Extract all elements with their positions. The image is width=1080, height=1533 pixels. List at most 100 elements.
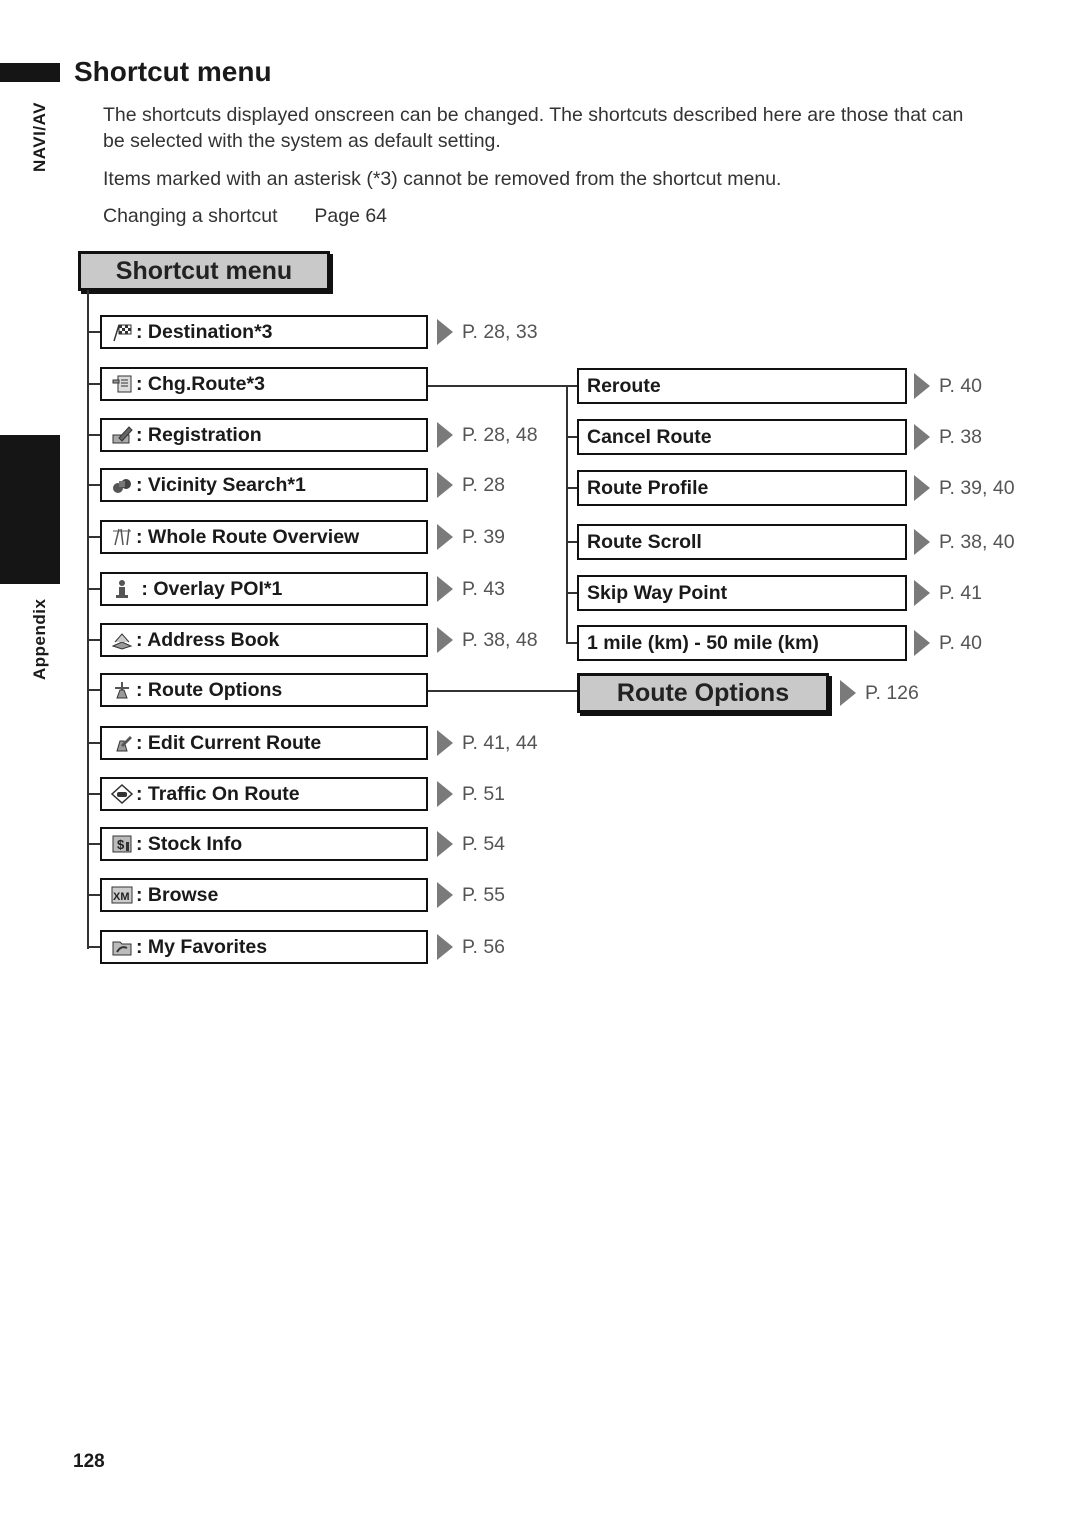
route-options-header-box[interactable]: Route Options	[577, 673, 829, 713]
page-reference-text: P. 28, 33	[462, 320, 538, 343]
shortcut-item[interactable]: : Registration	[100, 418, 428, 452]
asterisk-note: Items marked with an asterisk (*3) canno…	[103, 168, 782, 190]
page-reference[interactable]: P. 38, 48	[437, 627, 538, 653]
page-reference[interactable]: P. 40	[914, 630, 982, 656]
page-reference-text: P. 54	[462, 832, 506, 855]
page-reference[interactable]: P. 38, 40	[914, 529, 1015, 555]
svg-text:$: $	[117, 837, 125, 852]
ref-arrow-icon	[437, 576, 453, 602]
shortcut-item[interactable]: : My Favorites	[100, 930, 428, 964]
page-reference[interactable]: P. 55	[437, 882, 505, 908]
page-reference[interactable]: P. 28, 33	[437, 319, 538, 345]
shortcut-item[interactable]: : Destination*3	[100, 315, 428, 349]
edit-route-icon	[110, 732, 134, 754]
shortcut-item-label: : Chg.Route*3	[136, 372, 265, 395]
page-reference[interactable]: P. 56	[437, 934, 505, 960]
page-reference[interactable]: P. 43	[437, 576, 505, 602]
page-reference[interactable]: P. 51	[437, 781, 505, 807]
shortcut-item-label: : Registration	[136, 423, 262, 446]
chg-route-subitem[interactable]: 1 mile (km) - 50 mile (km)	[577, 625, 907, 661]
shortcut-menu-header-box: Shortcut menu	[78, 251, 330, 291]
appendix-tab-label: Appendix	[30, 598, 49, 680]
page-reference[interactable]: P. 40	[914, 373, 982, 399]
chg-route-subitem[interactable]: Reroute	[577, 368, 907, 404]
ref-arrow-icon	[437, 831, 453, 857]
cross-ref-label: Changing a shortcut	[103, 205, 278, 227]
shortcut-item[interactable]: : Chg.Route*3	[100, 367, 428, 401]
shortcut-item[interactable]: $ : Stock Info	[100, 827, 428, 861]
intro-text-line-1: The shortcuts displayed onscreen can be …	[103, 104, 964, 126]
shortcut-item-label: : Destination*3	[136, 320, 273, 343]
page-reference-text: P. 28, 48	[462, 423, 538, 446]
appendix-tab-block	[0, 435, 60, 584]
shortcut-item[interactable]: : Address Book	[100, 623, 428, 657]
page-reference[interactable]: P. 54	[437, 831, 505, 857]
shortcut-item[interactable]: : Edit Current Route	[100, 726, 428, 760]
page-reference-text: P. 39, 40	[939, 476, 1015, 499]
favorites-folder-icon	[110, 936, 134, 958]
branch-connector	[87, 894, 101, 896]
page-title: Shortcut menu	[74, 56, 272, 87]
page-reference-text: P. 38	[939, 425, 983, 448]
shortcut-item[interactable]: : Vicinity Search*1	[100, 468, 428, 502]
checkered-flag-icon	[110, 321, 134, 343]
ref-arrow-icon	[437, 472, 453, 498]
info-poi-icon	[110, 578, 134, 600]
route-options-icon	[110, 679, 134, 701]
traffic-car-icon	[110, 783, 134, 805]
shortcut-item-label: : Traffic On Route	[136, 782, 300, 805]
branch-connector	[87, 434, 101, 436]
page-reference[interactable]: P. 41, 44	[437, 730, 538, 756]
ref-arrow-icon	[437, 781, 453, 807]
shortcut-item[interactable]: : Route Options	[100, 673, 428, 707]
ref-arrow-icon	[914, 424, 930, 450]
branch-connector	[87, 843, 101, 845]
page-reference[interactable]: P. 39	[437, 524, 505, 550]
page-reference-text: P. 38, 40	[939, 530, 1015, 553]
cross-reference: Changing a shortcut Page 64	[103, 203, 1003, 229]
subitem-label: Skip Way Point	[587, 581, 728, 604]
shortcut-item[interactable]: : Traffic On Route	[100, 777, 428, 811]
page-reference[interactable]: P. 28	[437, 472, 505, 498]
ref-arrow-icon	[914, 580, 930, 606]
shortcut-item-label: : Browse	[136, 883, 219, 906]
binoculars-icon	[110, 474, 134, 496]
branch-connector	[87, 588, 101, 590]
shortcut-item-label: : Edit Current Route	[136, 731, 322, 754]
page-reference[interactable]: P. 28, 48	[437, 422, 538, 448]
page-reference-text: P. 51	[462, 782, 506, 805]
page-reference[interactable]: P. 38	[914, 424, 982, 450]
route-options-ref[interactable]: P. 126	[840, 680, 919, 706]
branch-connector	[87, 383, 101, 385]
navi-av-tab-label: NAVI/AV	[30, 102, 49, 172]
cross-ref-page-link[interactable]: Page 64	[314, 205, 387, 227]
ref-arrow-icon	[437, 524, 453, 550]
subitem-label: Route Scroll	[587, 530, 702, 553]
chg-route-subitem[interactable]: Route Scroll	[577, 524, 907, 560]
shortcut-item-label: : Stock Info	[136, 832, 243, 855]
page-reference[interactable]: P. 41	[914, 580, 982, 606]
ref-arrow-icon	[840, 680, 856, 706]
chg-route-subitem[interactable]: Route Profile	[577, 470, 907, 506]
shortcut-item[interactable]: XM: Browse	[100, 878, 428, 912]
page-reference[interactable]: P. 39, 40	[914, 475, 1015, 501]
branch-connector	[87, 742, 101, 744]
chg-route-subitem[interactable]: Cancel Route	[577, 419, 907, 455]
page-reference-text: P. 39	[462, 525, 506, 548]
page-reference-text: P. 40	[939, 631, 983, 654]
ref-arrow-icon	[437, 422, 453, 448]
page-reference-text: P. 28	[462, 473, 506, 496]
page-reference-text: P. 43	[462, 577, 506, 600]
ref-arrow-icon	[437, 934, 453, 960]
branch-connector	[87, 689, 101, 691]
page-reference-text: P. 41	[939, 581, 983, 604]
page-reference-text: P. 38, 48	[462, 628, 538, 651]
xm-browse-icon: XM	[110, 884, 134, 906]
chg-route-subitem[interactable]: Skip Way Point	[577, 575, 907, 611]
route-sign-icon	[110, 373, 134, 395]
subitem-label: Route Profile	[587, 476, 709, 499]
shortcut-item[interactable]: : Whole Route Overview	[100, 520, 428, 554]
branch-connector	[87, 946, 101, 948]
route-overview-icon	[110, 526, 134, 548]
shortcut-item[interactable]: : Overlay POI*1	[100, 572, 428, 606]
